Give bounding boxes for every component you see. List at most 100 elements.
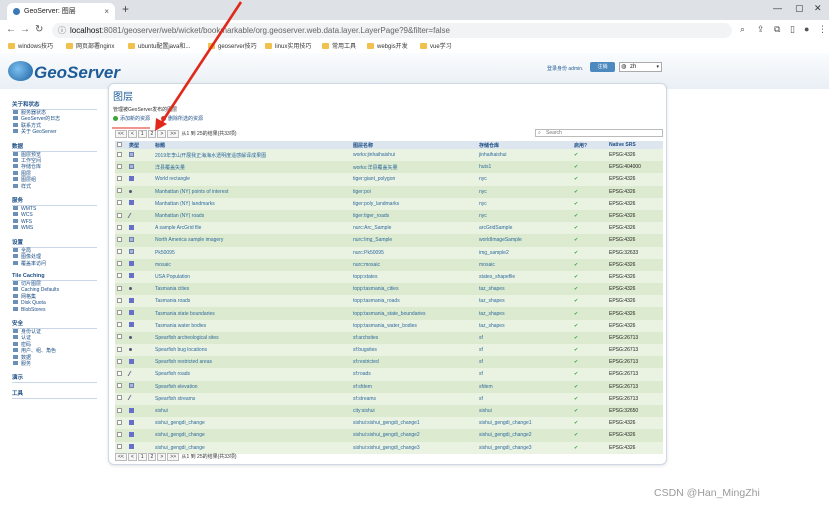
layer-title-link[interactable]: Spearfish elevation [153, 380, 351, 393]
checkbox-cell[interactable] [115, 319, 127, 332]
layer-name-link[interactable]: sf:roads [351, 368, 477, 381]
checkbox-cell[interactable] [115, 258, 127, 271]
layer-name-link[interactable]: works:洋县覆盖矢量 [351, 161, 477, 174]
layer-title-link[interactable]: Spearfish restricted areas [153, 356, 351, 369]
store-link[interactable]: worldImageSample [477, 234, 572, 247]
row-checkbox[interactable] [117, 212, 122, 218]
checkbox-cell[interactable] [115, 222, 127, 235]
layer-title-link[interactable]: Manhattan (NY) landmarks [153, 197, 351, 210]
sidebar-item[interactable]: 覆盖率访问 [13, 260, 102, 267]
layer-name-link[interactable]: nurc:Img_Sample [351, 234, 477, 247]
store-link[interactable]: jinhaihaishui [477, 149, 572, 162]
checkbox-cell[interactable] [115, 344, 127, 357]
store-link[interactable]: sf [477, 356, 572, 369]
store-link[interactable]: nyc [477, 185, 572, 198]
layer-title-link[interactable]: sishui [153, 404, 351, 418]
row-checkbox[interactable] [117, 419, 122, 425]
sidebar-item[interactable]: BlobStores [13, 306, 102, 313]
layer-name-link[interactable]: topp:states [351, 270, 477, 284]
pager-first[interactable]: << [115, 130, 127, 138]
store-link[interactable]: sishui_gengdi_change3 [477, 441, 572, 454]
row-checkbox[interactable] [117, 395, 122, 401]
store-link[interactable]: taz_shapes [477, 319, 572, 332]
info-icon[interactable]: ⓘ [58, 23, 66, 38]
address-bar[interactable]: ⓘ localhost:8081/geoserver/web/wicket/bo… [52, 23, 732, 38]
layer-name-link[interactable]: works:jinhaihaishui [351, 149, 477, 162]
checkbox-cell[interactable] [115, 197, 127, 210]
pager-prev[interactable]: < [127, 453, 137, 461]
bookmark-folder[interactable]: webgis开发 [367, 41, 408, 50]
layer-title-link[interactable]: sishui_gengdi_change [153, 417, 351, 430]
close-tab-icon[interactable]: × [104, 3, 109, 20]
store-link[interactable]: nyc [477, 173, 572, 186]
checkbox-cell[interactable] [115, 161, 127, 174]
checkbox-cell[interactable] [115, 270, 127, 284]
checkbox-cell[interactable] [115, 417, 127, 430]
maximize-icon[interactable]: ▢ [795, 3, 804, 14]
pager-page[interactable]: 1 [137, 453, 147, 461]
row-checkbox[interactable] [117, 310, 122, 316]
search-input[interactable]: ⌕ Search [535, 129, 663, 137]
store-link[interactable]: states_shapefile [477, 270, 572, 284]
layer-title-link[interactable]: Tasmania state boundaries [153, 307, 351, 320]
layer-name-link[interactable]: sf:archsites [351, 331, 477, 344]
row-checkbox[interactable] [117, 188, 122, 194]
layer-title-link[interactable]: mosaic [153, 258, 351, 271]
back-icon[interactable]: ← [6, 24, 16, 35]
pager-page[interactable]: 2 [147, 130, 157, 138]
store-link[interactable]: sf [477, 344, 572, 357]
store-link[interactable]: sfdem [477, 380, 572, 393]
bookmark-folder[interactable]: vue学习 [420, 41, 452, 50]
remove-layer-link[interactable]: 删除所选的资源 [161, 115, 203, 122]
checkbox-cell[interactable] [115, 185, 127, 198]
sidebar-item[interactable]: 样式 [13, 183, 102, 190]
layer-name-link[interactable]: topp:tasmania_cities [351, 283, 477, 296]
sidebar-section-tools[interactable]: 工具 [12, 389, 97, 400]
checkbox-cell[interactable] [115, 173, 127, 186]
store-link[interactable]: nyc [477, 209, 572, 223]
checkbox-cell[interactable] [115, 356, 127, 369]
row-checkbox[interactable] [117, 261, 122, 267]
share-icon[interactable]: ⇪ [757, 24, 765, 35]
store-link[interactable]: mosaic [477, 258, 572, 271]
layer-name-link[interactable]: tiger:tiger_roads [351, 209, 477, 223]
bookmark-folder[interactable]: 常用工具 [322, 41, 356, 50]
layer-title-link[interactable]: Manhattan (NY) points of interest [153, 185, 351, 198]
store-link[interactable]: nyc [477, 197, 572, 210]
row-checkbox[interactable] [117, 383, 122, 389]
layer-name-link[interactable]: sishui:sishui_gengdi_change3 [351, 441, 477, 454]
sidebar-item[interactable]: 关于 GeoServer [13, 129, 102, 135]
logo-text[interactable]: GeoServer [34, 63, 120, 83]
checkbox-cell[interactable] [115, 368, 127, 381]
layer-name-link[interactable]: tiger:poly_landmarks [351, 197, 477, 210]
zoom-icon[interactable]: ⌕ [740, 24, 745, 35]
checkbox-cell[interactable] [115, 149, 127, 162]
layer-title-link[interactable]: World rectangle [153, 173, 351, 186]
row-checkbox[interactable] [117, 273, 122, 279]
select-all-header[interactable] [115, 141, 127, 149]
row-checkbox[interactable] [117, 297, 122, 303]
browser-tab[interactable]: GeoServer: 图层 × [7, 3, 115, 20]
layer-title-link[interactable]: Tasmania water bodies [153, 319, 351, 332]
checkbox-cell[interactable] [115, 392, 127, 405]
row-checkbox[interactable] [117, 370, 122, 376]
reload-icon[interactable]: ↻ [35, 24, 43, 35]
layer-title-link[interactable]: 洋县覆盖矢量 [153, 161, 351, 174]
sidebar-section-demos[interactable]: 演示 [12, 373, 97, 384]
checkbox-cell[interactable] [115, 429, 127, 442]
store-link[interactable]: taz_shapes [477, 295, 572, 308]
pager-page[interactable]: 2 [147, 453, 157, 461]
row-checkbox[interactable] [117, 346, 122, 352]
column-header[interactable]: 标题 [153, 141, 351, 149]
layer-name-link[interactable]: sf:restricted [351, 356, 477, 369]
layer-name-link[interactable]: topp:tasmania_roads [351, 295, 477, 308]
row-checkbox[interactable] [117, 407, 122, 413]
store-link[interactable]: taz_shapes [477, 307, 572, 320]
sidebar-item[interactable]: WMS [13, 225, 102, 231]
layer-title-link[interactable]: North America sample imagery [153, 234, 351, 247]
row-checkbox[interactable] [117, 444, 122, 450]
bookmark-folder[interactable]: linux实用技巧 [265, 41, 311, 50]
pager-next[interactable]: > [157, 453, 167, 461]
geoserver-logo-icon[interactable] [8, 61, 33, 81]
layer-title-link[interactable]: USA Population [153, 270, 351, 284]
